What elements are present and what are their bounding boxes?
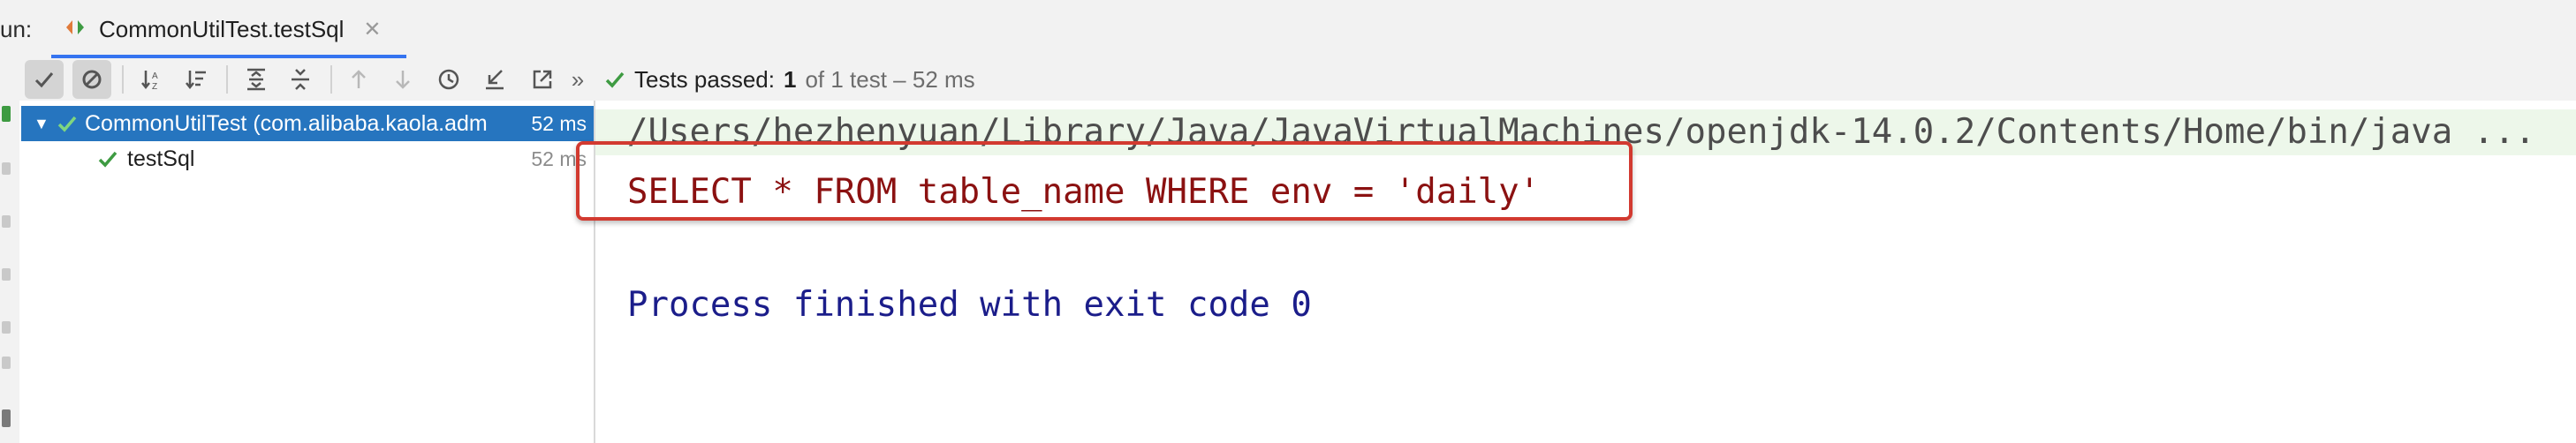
chevron-double-right-icon: » [571,65,585,93]
collapse-all-button[interactable] [281,60,320,99]
expand-all-icon [247,68,265,91]
tool-strip-marker [2,162,11,175]
test-runner-toolbar: A Z » Tests passed: 1 of 1 test – 52 ms [0,58,2576,101]
svg-text:A: A [152,71,158,81]
tree-item-label: CommonUtilTest (com.alibaba.kaola.adm [85,110,488,136]
passed-check-icon [605,71,625,88]
ignored-icon [82,70,102,89]
arrow-up-icon [352,70,366,88]
more-button[interactable]: » [562,60,594,99]
export-tests-button[interactable] [523,60,562,99]
tree-item-test-class[interactable]: ▼ CommonUtilTest (com.alibaba.kaola.adm … [21,106,594,141]
toolbar-separator [226,65,228,94]
expand-all-button[interactable] [237,60,276,99]
run-panel-label: un: [0,16,33,42]
close-icon[interactable]: ✕ [363,17,381,42]
toolbar-separator [330,65,332,94]
sort-alpha-icon: A Z [141,71,158,92]
tool-strip-marker [2,357,11,369]
highlight-annotation [576,141,1633,221]
previous-failed-button[interactable] [339,60,378,99]
test-run-icon [64,16,87,43]
test-results-tree[interactable]: ▼ CommonUtilTest (com.alibaba.kaola.adm … [21,101,595,443]
tree-item-test-method[interactable]: testSql 52 ms [21,141,594,176]
passed-check-icon [98,151,117,168]
tool-strip-marker [2,321,11,334]
next-failed-button[interactable] [383,60,422,99]
tree-item-label: testSql [127,146,195,171]
tree-item-duration: 52 ms [531,112,587,135]
expand-triangle-icon[interactable]: ▼ [34,115,53,133]
status-label: Tests passed: [634,65,775,93]
run-tool-window-header: un: CommonUtilTest.testSql ✕ [0,0,2576,60]
tool-strip-marker [2,215,11,228]
import-icon [486,70,504,90]
history-icon [438,69,459,90]
toolbar-separator [122,65,124,94]
status-summary: of 1 test – 52 ms [805,65,975,93]
tab-title: CommonUtilTest.testSql [99,15,345,42]
show-ignored-toggle[interactable] [72,60,111,99]
svg-text:Z: Z [152,82,157,92]
collapse-all-icon [292,69,309,90]
arrow-down-icon [396,71,410,89]
import-tests-button[interactable] [475,60,514,99]
tool-strip-marker [2,268,11,281]
tab-run-configuration[interactable]: CommonUtilTest.testSql ✕ [51,0,406,60]
export-icon [533,70,552,89]
sort-duration-icon [186,71,206,90]
console-exit-line[interactable]: Process finished with exit code 0 [627,282,1312,328]
tool-strip-marker [2,409,11,427]
sort-by-duration-button[interactable] [177,60,216,99]
test-status: Tests passed: 1 of 1 test – 52 ms [604,58,975,101]
passed-check-icon [57,116,77,132]
check-icon [34,72,54,88]
test-history-button[interactable] [429,60,468,99]
rerun-marker [2,106,11,122]
left-tool-strip [0,101,19,443]
status-count: 1 [783,65,797,93]
show-passed-toggle[interactable] [25,60,64,99]
sort-alphabetically-button[interactable]: A Z [133,60,171,99]
